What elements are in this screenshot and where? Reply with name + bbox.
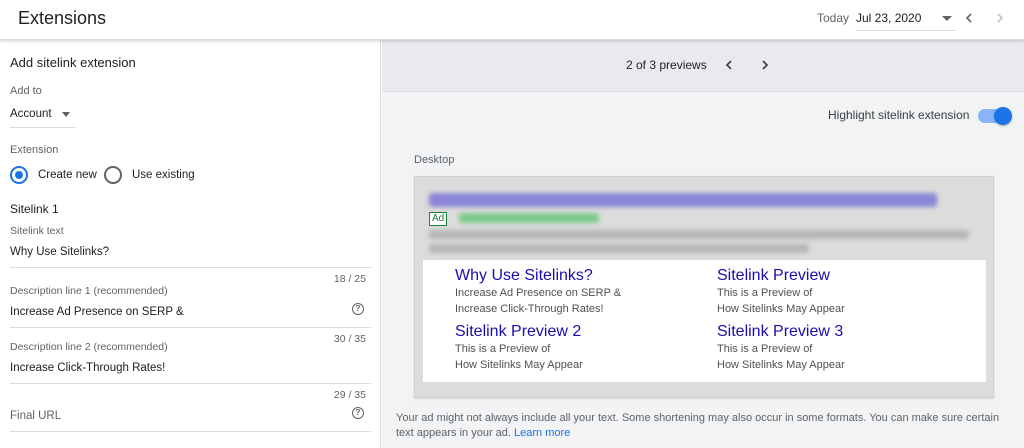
ad-badge: Ad	[429, 212, 448, 226]
prev-date-chevron-icon[interactable]	[964, 13, 974, 23]
field-underline	[10, 267, 371, 268]
sitelink-title[interactable]: Sitelink Preview	[717, 267, 845, 285]
blurred-description	[429, 244, 809, 253]
field-underline	[10, 383, 371, 384]
device-label: Desktop	[414, 154, 455, 166]
help-icon[interactable]: ?	[352, 407, 364, 419]
next-date-chevron-icon[interactable]	[995, 13, 1005, 23]
form-title: Add sitelink extension	[10, 55, 136, 70]
description-line-2-label: Description line 2 (recommended)	[10, 341, 168, 353]
sitelink-3[interactable]: Sitelink Preview 2 This is a Preview of …	[455, 323, 583, 373]
description-line-1-input[interactable]: Increase Ad Presence on SERP &	[10, 306, 184, 318]
extension-label: Extension	[10, 144, 59, 156]
add-to-select[interactable]: Account	[10, 106, 76, 128]
sitelink-line-1: Increase Ad Presence on SERP &	[455, 287, 622, 299]
add-to-label: Add to	[10, 85, 42, 97]
sitelink-title[interactable]: Sitelink Preview 2	[455, 323, 583, 341]
dropdown-caret-icon	[942, 16, 952, 21]
add-to-value: Account	[10, 108, 52, 120]
sitelinks-block: Why Use Sitelinks? Increase Ad Presence …	[423, 260, 986, 382]
page-title: Extensions	[18, 8, 107, 28]
description-line-1-label: Description line 1 (recommended)	[10, 285, 168, 297]
highlight-label: Highlight sitelink extension	[828, 108, 970, 122]
blurred-headline	[429, 193, 937, 207]
final-url-input[interactable]	[10, 431, 371, 432]
blurred-url	[459, 213, 599, 223]
use-existing-radio[interactable]	[104, 166, 122, 184]
sitelink-text-label: Sitelink text	[10, 225, 64, 237]
sitelink-title[interactable]: Why Use Sitelinks?	[455, 267, 621, 285]
prev-preview-chevron-icon[interactable]	[724, 60, 734, 70]
preview-counter: 2 of 3 previews	[626, 58, 707, 72]
sitelink-4[interactable]: Sitelink Preview 3 This is a Preview of …	[717, 323, 845, 373]
date-range-select[interactable]: Jul 23, 2020	[856, 6, 956, 31]
description-line-2-input[interactable]: Increase Click-Through Rates!	[10, 362, 165, 374]
blurred-description	[429, 230, 969, 239]
date-value: Jul 23, 2020	[856, 11, 922, 25]
dropdown-caret-icon	[62, 112, 70, 117]
today-label: Today	[817, 11, 850, 25]
disclaimer-text: Your ad might not always include all you…	[396, 412, 1000, 439]
next-preview-chevron-icon[interactable]	[760, 60, 770, 70]
sitelink-line-2: How Sitelinks May Appear	[717, 303, 845, 315]
help-icon[interactable]: ?	[352, 303, 364, 315]
sitelink-1[interactable]: Why Use Sitelinks? Increase Ad Presence …	[455, 267, 621, 317]
sitelink-line-2: How Sitelinks May Appear	[717, 359, 845, 371]
toggle-knob	[994, 107, 1012, 125]
description-line-1-counter: 30 / 35	[333, 333, 366, 345]
description-line-2-counter: 29 / 35	[333, 389, 366, 401]
ad-preview-card: Ad Why Use Sitelinks? Increase Ad Presen…	[414, 176, 994, 398]
final-url-label: Final URL	[10, 410, 62, 422]
create-new-label[interactable]: Create new	[38, 169, 97, 181]
sitelink-line-1: This is a Preview of	[455, 343, 551, 355]
sitelink-title[interactable]: Sitelink Preview 3	[717, 323, 845, 341]
learn-more-link[interactable]: Learn more	[514, 427, 570, 439]
sitelink-form-panel: Add sitelink extension Add to Account Ex…	[0, 40, 381, 448]
top-bar: Extensions Today Jul 23, 2020	[0, 0, 1024, 40]
field-underline	[10, 327, 371, 328]
sitelink-2[interactable]: Sitelink Preview This is a Preview of Ho…	[717, 267, 845, 317]
sitelink-line-1: This is a Preview of	[717, 287, 813, 299]
sitelink-line-1: This is a Preview of	[717, 343, 813, 355]
preview-disclaimer: Your ad might not always include all you…	[396, 411, 1018, 441]
create-new-radio[interactable]	[10, 166, 28, 184]
sitelink-text-counter: 18 / 25	[333, 273, 366, 285]
preview-header: 2 of 3 previews	[382, 40, 1024, 92]
use-existing-label[interactable]: Use existing	[132, 169, 195, 181]
sitelink-line-2: Increase Click-Through Rates!	[455, 303, 604, 315]
sitelink-line-2: How Sitelinks May Appear	[455, 359, 583, 371]
highlight-toggle[interactable]	[978, 106, 1014, 126]
sitelink-heading: Sitelink 1	[10, 202, 59, 216]
sitelink-text-input[interactable]: Why Use Sitelinks?	[10, 246, 109, 258]
